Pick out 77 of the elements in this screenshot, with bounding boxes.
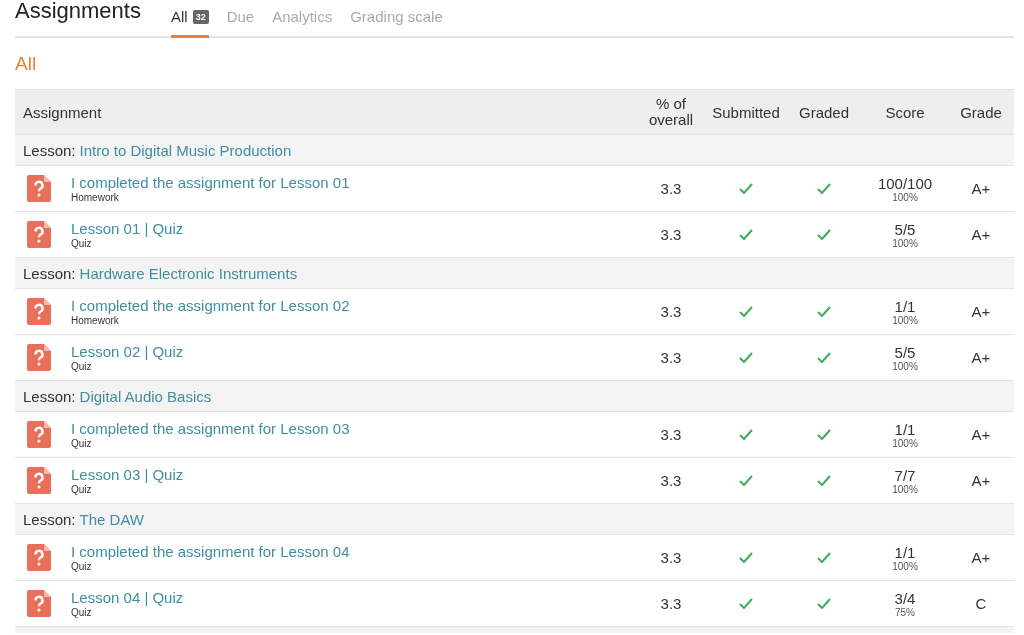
question-document-icon xyxy=(27,344,51,371)
column-header: Assignment xyxy=(22,103,103,121)
grade-cell: A+ xyxy=(971,349,991,366)
score-percent: 100% xyxy=(892,314,918,326)
score-cell: 5/5 xyxy=(894,343,916,361)
score-percent: 100% xyxy=(892,360,918,372)
assignment-link[interactable]: I completed the assignment for Lesson 01 xyxy=(71,174,350,191)
tab[interactable]: All 32 xyxy=(170,4,209,38)
column-header: Graded xyxy=(797,103,850,121)
grade-cell: A+ xyxy=(971,426,991,443)
percent-cell: 3.3 xyxy=(660,549,682,566)
score-percent: 100% xyxy=(892,560,918,572)
score-cell: 100/100 xyxy=(877,174,933,192)
score-percent: 100% xyxy=(892,437,918,449)
question-document-icon xyxy=(27,467,51,494)
count-badge: 32 xyxy=(192,9,209,24)
question-document-icon xyxy=(27,590,51,617)
percent-cell: 3.3 xyxy=(660,472,682,489)
score-percent: 75% xyxy=(895,606,915,618)
score-cell: 1/1 xyxy=(894,543,916,561)
lesson-link[interactable]: Hardware Electronic Instruments xyxy=(79,264,298,282)
grade-cell: A+ xyxy=(971,226,991,243)
percent-cell: 3.3 xyxy=(660,303,682,320)
percent-cell: 3.3 xyxy=(660,180,682,197)
assignment-link[interactable]: I completed the assignment for Lesson 04 xyxy=(71,543,350,560)
column-header: % of overall xyxy=(647,96,695,128)
assignment-link[interactable]: I completed the assignment for Lesson 03 xyxy=(71,420,350,437)
column-header: Submitted xyxy=(711,103,781,121)
assignment-type: Homework xyxy=(71,315,120,326)
lesson-label: Lesson: xyxy=(23,387,76,405)
question-document-icon xyxy=(27,544,51,571)
assignment-type: Quiz xyxy=(71,484,93,495)
question-document-icon xyxy=(27,298,51,325)
lesson-link[interactable]: The DAW xyxy=(79,510,144,528)
assignment-link[interactable]: Lesson 01 | Quiz xyxy=(71,220,184,237)
score-cell: 1/1 xyxy=(894,297,916,315)
score-cell: 7/7 xyxy=(894,466,916,484)
assignment-type: Quiz xyxy=(71,561,93,572)
assignment-type: Quiz xyxy=(71,361,93,372)
score-cell: 5/5 xyxy=(894,220,916,238)
question-document-icon xyxy=(27,221,51,248)
grade-cell: A+ xyxy=(971,180,991,197)
page-title: Assignments xyxy=(15,0,141,25)
assignment-link[interactable]: Lesson 02 | Quiz xyxy=(71,343,184,360)
tab[interactable]: Due xyxy=(226,4,255,38)
lesson-label: Lesson: xyxy=(23,510,76,528)
percent-cell: 3.3 xyxy=(660,426,682,443)
question-document-icon xyxy=(27,421,51,448)
score-percent: 100% xyxy=(892,191,918,203)
assignment-type: Quiz xyxy=(71,607,93,618)
lesson-label: Lesson: xyxy=(23,264,76,282)
score-cell: 3/4 xyxy=(894,589,916,607)
tab[interactable]: Grading scale xyxy=(350,4,443,38)
column-header: Grade xyxy=(959,103,1003,121)
tab[interactable]: Analytics xyxy=(272,4,333,38)
percent-cell: 3.3 xyxy=(660,349,682,366)
section-title: All xyxy=(15,53,38,75)
score-percent: 100% xyxy=(892,237,918,249)
lesson-label: Lesson: xyxy=(23,141,76,159)
percent-cell: 3.3 xyxy=(660,226,682,243)
question-document-icon xyxy=(27,175,51,202)
lesson-link[interactable]: Intro to Digital Music Production xyxy=(79,141,292,159)
assignment-link[interactable]: Lesson 04 | Quiz xyxy=(71,589,184,606)
assignment-type: Homework xyxy=(71,192,120,203)
assignment-link[interactable]: Lesson 03 | Quiz xyxy=(71,466,184,483)
assignment-link[interactable]: I completed the assignment for Lesson 02 xyxy=(71,297,350,314)
grade-cell: A+ xyxy=(971,472,991,489)
column-header: Score xyxy=(884,103,926,121)
score-cell: 1/1 xyxy=(894,420,916,438)
assignment-type: Quiz xyxy=(71,238,93,249)
grade-cell: A+ xyxy=(971,303,991,320)
grade-cell: A+ xyxy=(971,549,991,566)
lesson-link[interactable]: Digital Audio Basics xyxy=(79,387,212,405)
percent-cell: 3.3 xyxy=(660,595,682,612)
score-percent: 100% xyxy=(892,483,918,495)
grade-cell: C xyxy=(975,595,987,612)
assignment-type: Quiz xyxy=(71,438,93,449)
